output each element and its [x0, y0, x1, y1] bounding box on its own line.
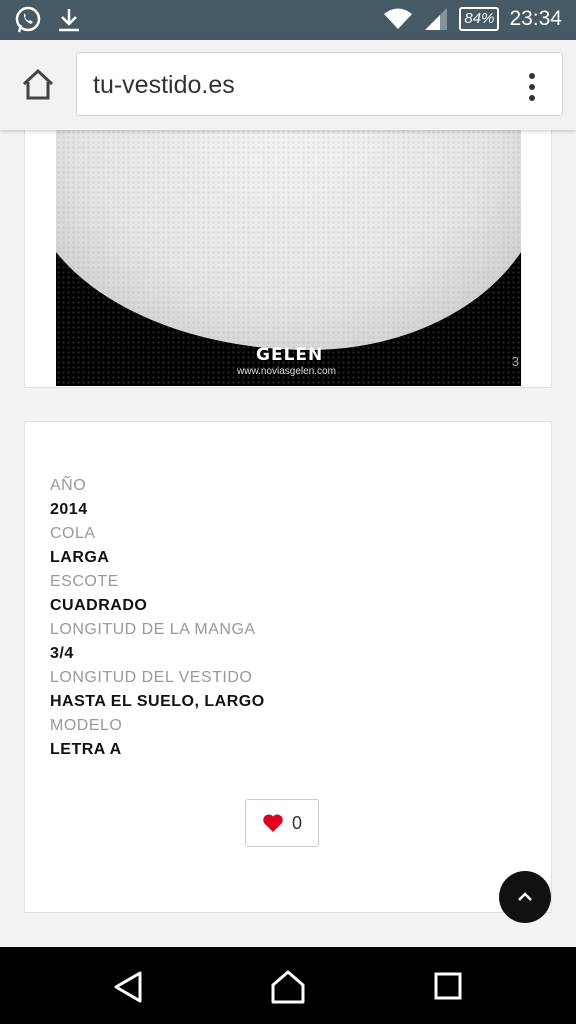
spec-item: ESCOTE CUADRADO — [50, 570, 265, 618]
dress-photo[interactable]: GELEN www.noviasgelen.com 3 — [56, 130, 521, 386]
spec-value-model: LETRA A — [50, 741, 122, 758]
wifi-icon — [383, 7, 413, 31]
back-button[interactable] — [108, 969, 148, 1005]
spec-item: AÑO 2014 — [50, 474, 265, 522]
like-count: 0 — [291, 812, 302, 833]
heart-icon — [263, 814, 283, 832]
download-icon — [56, 6, 82, 34]
spec-value-sleeve-length: 3/4 — [50, 645, 74, 662]
url-text: tu-vestido.es — [93, 71, 235, 99]
spec-label-train: COLA — [50, 525, 96, 542]
url-bar[interactable]: tu-vestido.es — [76, 52, 563, 116]
spec-label-neckline: ESCOTE — [50, 573, 119, 590]
brand-watermark: GELEN — [256, 345, 324, 365]
like-button[interactable]: 0 — [245, 799, 319, 847]
battery-indicator: 84% — [459, 7, 500, 31]
product-image-card: GELEN www.noviasgelen.com 3 — [24, 130, 552, 388]
specs-card: AÑO 2014 COLA LARGA ESCOTE CUADRADO LONG… — [24, 421, 552, 913]
back-icon — [114, 971, 142, 1003]
clock: 23:34 — [509, 7, 562, 30]
spec-value-year: 2014 — [50, 501, 88, 518]
whatsapp-icon — [14, 6, 42, 34]
spec-label-model: MODELO — [50, 717, 123, 734]
spec-item: COLA LARGA — [50, 522, 265, 570]
spec-value-neckline: CUADRADO — [50, 597, 148, 614]
home-button[interactable] — [20, 67, 56, 103]
spec-item: LONGITUD DEL VESTIDO HASTA EL SUELO, LAR… — [50, 666, 265, 714]
signal-icon — [423, 6, 449, 32]
spec-label-year: AÑO — [50, 477, 87, 494]
chevron-up-icon — [518, 892, 532, 901]
spec-value-dress-length: HASTA EL SUELO, LARGO — [50, 693, 265, 710]
spec-label-dress-length: LONGITUD DEL VESTIDO — [50, 669, 253, 686]
scroll-to-top-button[interactable] — [499, 871, 551, 923]
photo-index: 3 — [511, 354, 519, 369]
brand-url-watermark: www.noviasgelen.com — [237, 366, 336, 377]
spec-label-sleeve-length: LONGITUD DE LA MANGA — [50, 621, 256, 638]
spec-value-train: LARGA — [50, 549, 110, 566]
home-nav-button[interactable] — [268, 969, 308, 1005]
recents-icon — [434, 972, 462, 1000]
home-nav-icon — [271, 970, 305, 1004]
spec-list: AÑO 2014 COLA LARGA ESCOTE CUADRADO LONG… — [50, 474, 265, 762]
status-bar: 84% 23:34 — [0, 0, 576, 40]
spec-item: MODELO LETRA A — [50, 714, 265, 762]
overflow-menu-button[interactable] — [522, 71, 542, 101]
browser-toolbar: tu-vestido.es — [0, 40, 576, 130]
menu-dot — [529, 95, 535, 101]
system-nav-bar — [0, 947, 576, 1024]
home-icon — [22, 68, 54, 100]
menu-dot — [529, 84, 535, 90]
recents-button[interactable] — [428, 969, 468, 1005]
menu-dot — [529, 73, 535, 79]
spec-item: LONGITUD DE LA MANGA 3/4 — [50, 618, 265, 666]
